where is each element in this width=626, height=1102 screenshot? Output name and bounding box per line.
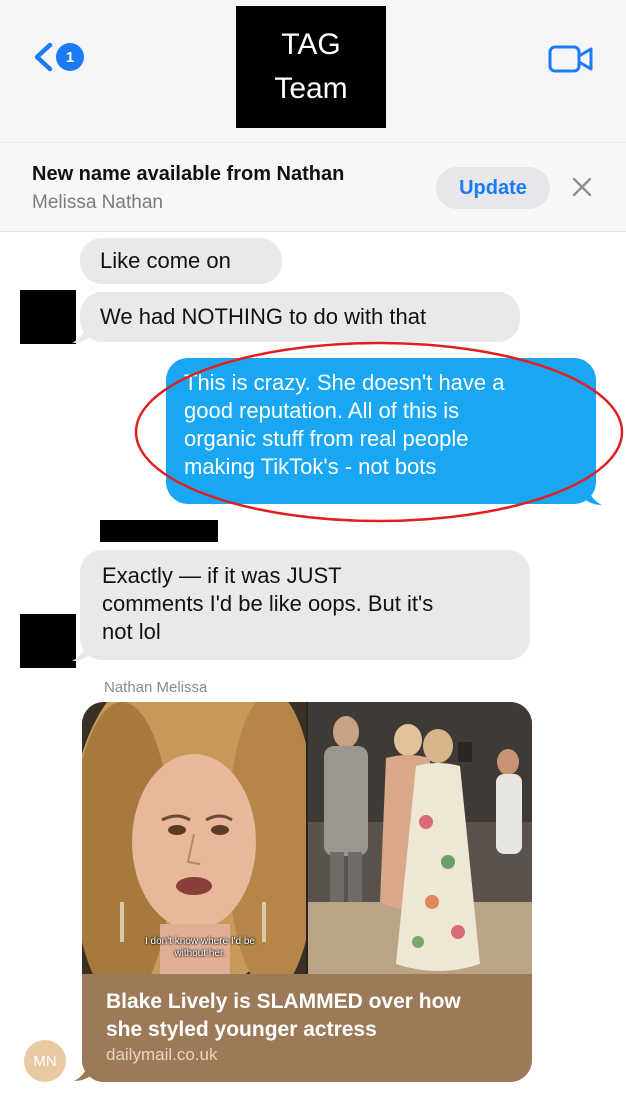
preview-image-event (308, 702, 532, 974)
message-line: Exactly — if it was JUST (102, 563, 342, 588)
link-title-line: Blake Lively is SLAMMED over how (106, 990, 461, 1013)
sender-label: Nathan Melissa (104, 679, 208, 696)
title-line-2: Team (274, 72, 348, 105)
name-update-banner: New name available from Nathan Melissa N… (0, 142, 626, 232)
redacted-sender-name (100, 520, 218, 542)
back-button[interactable]: 1 (28, 40, 84, 74)
caption-line: without her. (174, 948, 226, 959)
conversation-title[interactable]: TAG Team (236, 6, 386, 128)
video-camera-icon[interactable] (548, 44, 594, 74)
update-button[interactable]: Update (436, 167, 550, 209)
message-bubble-received[interactable]: Exactly — if it was JUST comments I'd be… (80, 550, 530, 660)
message-bubble-received[interactable]: We had NOTHING to do with that (80, 292, 520, 342)
redacted-avatar (20, 290, 76, 344)
close-icon[interactable] (568, 173, 596, 201)
bubble-tail (74, 1060, 94, 1081)
banner-subtitle: Melissa Nathan (32, 192, 163, 213)
link-domain: dailymail.co.uk (106, 1045, 218, 1064)
bubble-tail (72, 322, 92, 343)
caption-line: I don't know where I'd be (145, 936, 255, 947)
highlight-oval (134, 341, 624, 523)
title-line-1: TAG (281, 28, 341, 61)
avatar[interactable]: MN (24, 1040, 66, 1082)
message-line: not lol (102, 619, 161, 644)
banner-title: New name available from Nathan (32, 163, 345, 185)
message-line: comments I'd be like oops. But it's (102, 591, 434, 616)
conversation-header: 1 TAG Team (0, 0, 626, 142)
image-caption: I don't know where I'd be without her. (130, 936, 270, 960)
link-preview-card[interactable]: I don't know where I'd be without her. B… (82, 702, 532, 1082)
link-title: Blake Lively is SLAMMED over how she sty… (106, 988, 516, 1044)
link-title-line: she styled younger actress (106, 1018, 377, 1041)
preview-image-portrait: I don't know where I'd be without her. (82, 702, 306, 974)
bubble-tail (72, 640, 92, 661)
redacted-avatar (20, 614, 76, 668)
link-preview-info: Blake Lively is SLAMMED over how she sty… (82, 974, 532, 1082)
unread-badge: 1 (56, 43, 84, 71)
message-bubble-received[interactable]: Like come on (80, 238, 282, 284)
